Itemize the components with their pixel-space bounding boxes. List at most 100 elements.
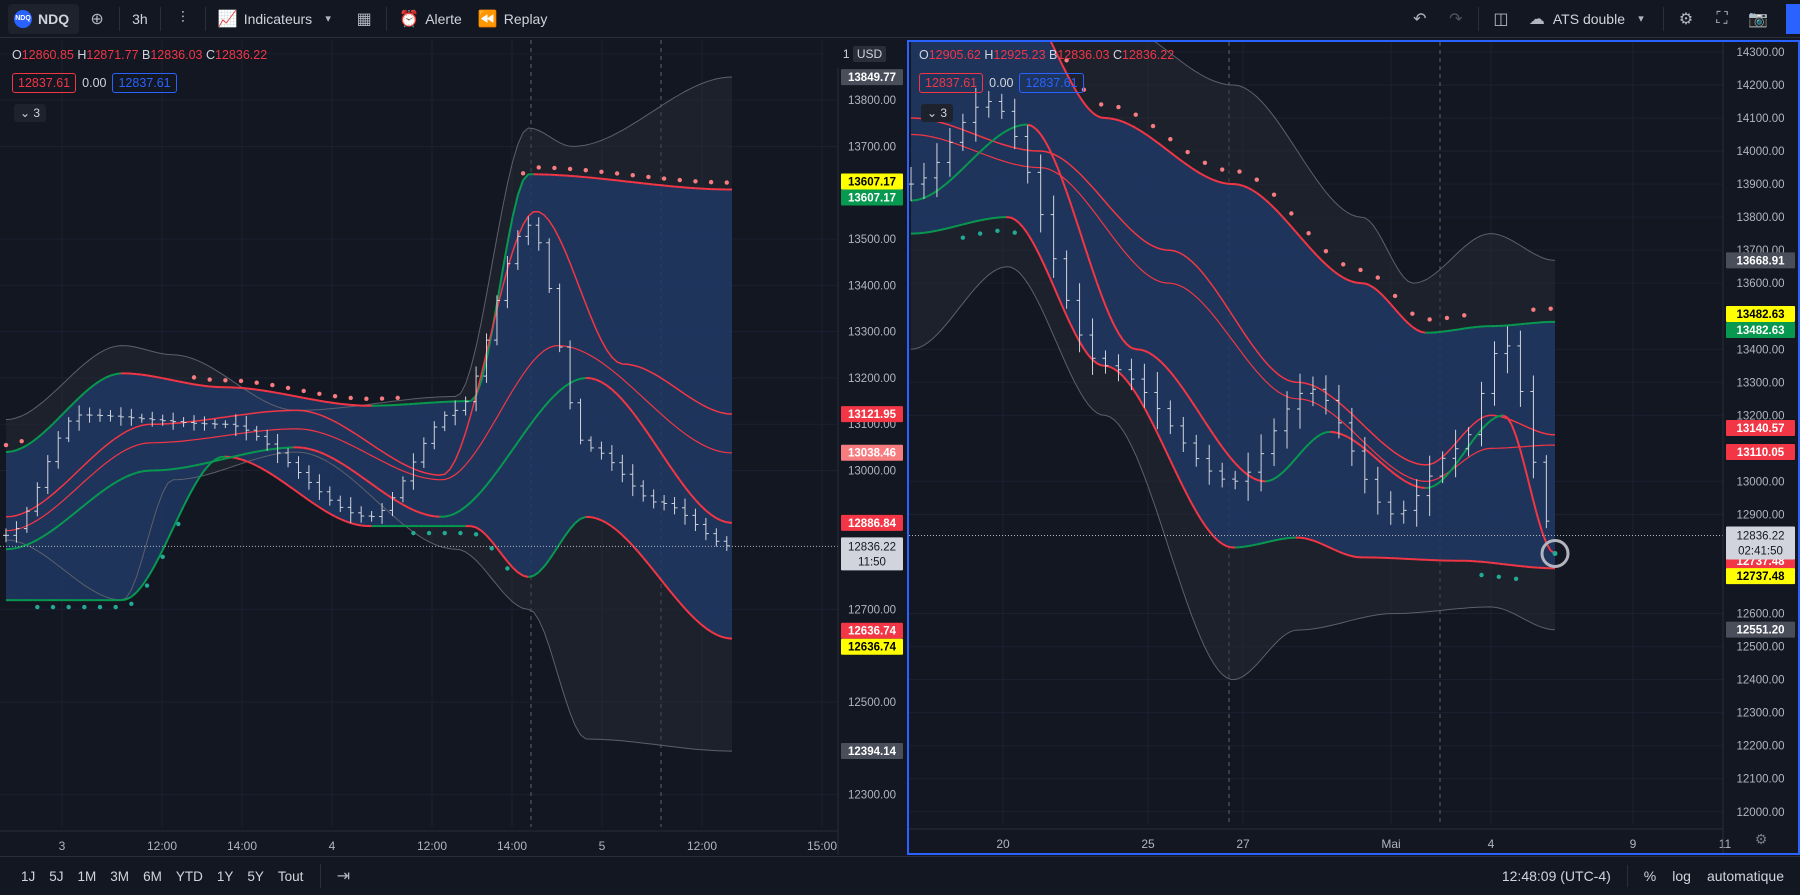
range-button-1y[interactable]: 1Y bbox=[210, 869, 241, 884]
bollinger-inner-lower-line bbox=[1282, 537, 1288, 540]
collapse-indicators-button[interactable]: ⌄ 3 bbox=[14, 104, 47, 122]
layout-name-button[interactable]: ☁ ATS double ▾ bbox=[1519, 4, 1659, 34]
time-axis-label: 27 bbox=[1236, 837, 1250, 851]
indicator-chip: 12837.61 bbox=[1019, 73, 1084, 93]
parabolic-sar-dot bbox=[1168, 136, 1173, 142]
bollinger-inner-upper-line bbox=[590, 176, 597, 180]
bollinger-inner-lower-line bbox=[928, 230, 933, 234]
range-button-1d[interactable]: 1J bbox=[14, 869, 42, 884]
layout-icon: ◫ bbox=[1493, 10, 1509, 28]
bollinger-inner-lower-line bbox=[1243, 545, 1249, 548]
indicator-count: 3 bbox=[33, 106, 41, 120]
indicators-label: Indicateurs bbox=[243, 10, 313, 27]
layout-select-button[interactable]: ◫ bbox=[1483, 4, 1519, 34]
bollinger-inner-upper-line bbox=[183, 381, 189, 385]
undo-button[interactable]: ↶ bbox=[1402, 4, 1438, 34]
currency-label[interactable]: 1 USD bbox=[823, 40, 906, 68]
templates-button[interactable]: ▦ bbox=[346, 4, 382, 34]
chart-pane-right[interactable]: 14300.00 14200.00 14100.00 14000.00 13900.00… bbox=[907, 0, 1800, 855]
indicators-button[interactable]: 📈 Indicateurs ▾ bbox=[210, 4, 346, 34]
parabolic-sar-dot bbox=[1323, 248, 1329, 254]
chart-canvas-right[interactable]: 14300.00 14200.00 14100.00 14000.00 13900.00… bbox=[908, 0, 1798, 853]
parabolic-sar-dot bbox=[442, 530, 447, 536]
plus-circle-icon: ⊕ bbox=[90, 10, 104, 28]
parabolic-sar-dot bbox=[599, 169, 604, 174]
bar-chart-icon: ⫶ bbox=[180, 9, 185, 27]
bollinger-inner-lower-line bbox=[1269, 539, 1275, 543]
chevron-down-icon: ▾ bbox=[325, 13, 331, 25]
moving-average-line bbox=[235, 453, 242, 458]
range-button-3m[interactable]: 3M bbox=[103, 869, 136, 884]
chart-type-button[interactable]: ⫶ bbox=[165, 4, 201, 34]
range-button-ytd[interactable]: YTD bbox=[169, 869, 210, 884]
bollinger-inner-upper-line bbox=[146, 374, 153, 378]
range-button-1m[interactable]: 1M bbox=[71, 869, 104, 884]
price-axis-label: 13300.00 bbox=[848, 327, 896, 339]
divider bbox=[159, 6, 161, 31]
fullscreen-icon: ⛶ bbox=[1716, 9, 1728, 27]
interval-button[interactable]: 3h bbox=[124, 4, 156, 34]
price-axis-label: 14300.00 bbox=[1737, 47, 1785, 59]
settings-button[interactable]: ⚙ bbox=[1668, 4, 1704, 34]
parabolic-sar-dot bbox=[473, 532, 479, 537]
indicator-chip: 0.00 bbox=[82, 76, 107, 90]
parabolic-sar-dot bbox=[1098, 102, 1104, 107]
price-axis-label: 12500.00 bbox=[848, 697, 896, 709]
bollinger-inner-upper-line bbox=[334, 402, 341, 405]
chart-canvas-left[interactable]: 13900.0013800.0013700.0013500.0013400.00… bbox=[0, 40, 906, 855]
parabolic-sar-dot bbox=[207, 377, 212, 382]
log-scale-toggle[interactable]: log bbox=[1672, 868, 1691, 884]
price-axis-label: 13400.00 bbox=[1737, 344, 1785, 356]
auto-scale-toggle[interactable]: automatique bbox=[1707, 868, 1784, 884]
bollinger-inner-lower-line bbox=[355, 523, 362, 527]
parabolic-sar-dot bbox=[1341, 262, 1346, 267]
divider bbox=[386, 6, 388, 31]
range-button-5d[interactable]: 5J bbox=[42, 869, 70, 884]
moving-average-line bbox=[193, 463, 200, 467]
bollinger-inner-upper-line bbox=[162, 377, 169, 381]
percent-scale-toggle[interactable]: % bbox=[1644, 868, 1656, 884]
bollinger-inner-upper-line bbox=[1464, 326, 1469, 330]
time-axis-label: 14:00 bbox=[497, 839, 527, 853]
range-button-all[interactable]: Tout bbox=[271, 869, 311, 884]
bollinger-inner-upper-line bbox=[152, 375, 158, 379]
bottom-toolbar: 1J 5J 1M 3M 6M YTD 1Y 5Y Tout ⇥ 12:48:09… bbox=[0, 856, 1800, 895]
bollinger-inner-lower-line bbox=[941, 227, 946, 231]
last-price-label: 12836.22 bbox=[848, 541, 896, 553]
range-button-5y[interactable]: 5Y bbox=[240, 869, 271, 884]
bollinger-inner-upper-line bbox=[136, 373, 142, 376]
alert-button[interactable]: ⏰ Alerte bbox=[391, 4, 470, 34]
price-axis-label: 12100.00 bbox=[1737, 774, 1785, 786]
clock[interactable]: 12:48:09 (UTC-4) bbox=[1502, 868, 1611, 884]
symbol-search-button[interactable]: NDQ NDQ bbox=[8, 3, 80, 34]
bollinger-inner-lower-line bbox=[470, 525, 477, 529]
parabolic-sar-dot bbox=[395, 395, 400, 401]
low-value: 12836.03 bbox=[150, 48, 203, 62]
bollinger-inner-upper-line bbox=[313, 398, 320, 402]
replay-button[interactable]: ⏪ Replay bbox=[470, 4, 556, 34]
bollinger-inner-upper-line bbox=[596, 177, 602, 180]
snapshot-button[interactable]: 📷 bbox=[1740, 4, 1776, 34]
alert-label: Alerte bbox=[425, 10, 462, 27]
price-axis-label: 12300.00 bbox=[1737, 708, 1785, 720]
time-axis-label: 4 bbox=[329, 839, 336, 853]
range-button-6m[interactable]: 6M bbox=[136, 869, 169, 884]
price-tag-label: 13121.95 bbox=[848, 409, 897, 421]
bollinger-inner-lower-line bbox=[1304, 537, 1309, 541]
bollinger-inner-lower-line bbox=[1308, 538, 1314, 542]
redo-button[interactable]: ↷ bbox=[1438, 4, 1474, 34]
collapse-indicators-button[interactable]: ⌄ 3 bbox=[921, 104, 954, 122]
countdown-label: 11:50 bbox=[858, 556, 886, 568]
bollinger-inner-upper-line bbox=[319, 399, 325, 403]
bollinger-inner-upper-line bbox=[1446, 329, 1452, 333]
parabolic-sar-dot bbox=[630, 173, 635, 178]
fullscreen-button[interactable]: ⛶ bbox=[1704, 4, 1740, 34]
chart-pane-left[interactable]: 13900.0013800.0013700.0013500.0013400.00… bbox=[0, 40, 906, 855]
goto-date-button[interactable]: ⇥ bbox=[325, 861, 361, 891]
compare-button[interactable]: ⊕ bbox=[79, 4, 115, 34]
time-axis-label: 12:00 bbox=[147, 839, 177, 853]
moving-average-line bbox=[272, 447, 278, 451]
publish-button[interactable] bbox=[1786, 3, 1800, 34]
bollinger-inner-upper-line bbox=[616, 179, 623, 182]
parabolic-sar-dot bbox=[1185, 149, 1190, 155]
